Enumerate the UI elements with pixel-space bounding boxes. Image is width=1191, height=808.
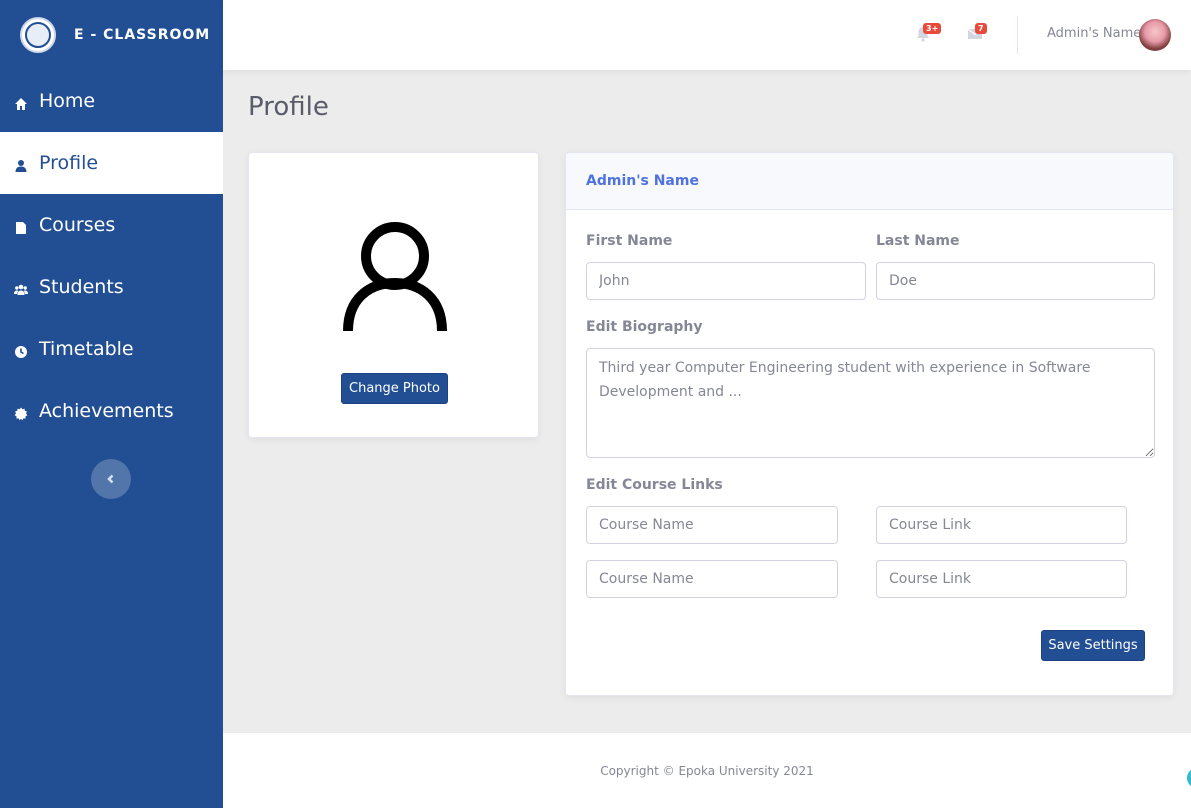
course-link-field[interactable] bbox=[876, 506, 1127, 544]
messages-badge: 7 bbox=[975, 23, 987, 34]
biography-label: Edit Biography bbox=[586, 319, 703, 335]
user-avatar-icon bbox=[343, 222, 447, 332]
user-name[interactable]: Admin's Name bbox=[1047, 26, 1141, 41]
last-name-field[interactable] bbox=[876, 262, 1155, 300]
footer: Copyright © Epoka University 2021 bbox=[223, 733, 1191, 808]
course-links-label: Edit Course Links bbox=[586, 477, 723, 493]
copyright-text: Copyright © Epoka University 2021 bbox=[600, 763, 814, 778]
first-name-field[interactable] bbox=[586, 262, 866, 300]
file-icon bbox=[14, 218, 28, 234]
alerts-button[interactable]: 3+ bbox=[915, 23, 942, 44]
topbar: 3+ 7 Admin's Name bbox=[223, 0, 1191, 70]
brand[interactable]: E - CLASSROOM bbox=[0, 0, 223, 70]
sidebar-item-label: Achievements bbox=[39, 400, 174, 422]
alerts-badge: 3+ bbox=[923, 23, 942, 34]
chevron-left-icon bbox=[107, 474, 114, 484]
last-name-label: Last Name bbox=[876, 233, 960, 249]
first-name-label: First Name bbox=[586, 233, 673, 249]
university-seal-icon bbox=[20, 17, 56, 53]
course-link-field[interactable] bbox=[876, 560, 1127, 598]
sidebar-item-label: Profile bbox=[39, 152, 99, 174]
sidebar-item-achievements[interactable]: Achievements bbox=[0, 380, 223, 442]
avatar[interactable] bbox=[1139, 19, 1171, 51]
badge-icon bbox=[14, 404, 28, 421]
biography-field[interactable] bbox=[586, 348, 1155, 458]
sidebar-item-timetable[interactable]: Timetable bbox=[0, 318, 223, 380]
change-photo-button[interactable]: Change Photo bbox=[341, 373, 448, 404]
page-title: Profile bbox=[248, 92, 329, 122]
user-icon bbox=[14, 156, 28, 172]
brand-name: E - CLASSROOM bbox=[74, 27, 211, 43]
sidebar: E - CLASSROOM Home Profile Courses Stude… bbox=[0, 0, 223, 808]
messages-button[interactable]: 7 bbox=[967, 23, 987, 44]
users-icon bbox=[14, 280, 28, 295]
sidebar-item-courses[interactable]: Courses bbox=[0, 194, 223, 256]
sidebar-item-profile[interactable]: Profile bbox=[0, 132, 223, 194]
sidebar-item-label: Students bbox=[39, 276, 124, 298]
topbar-divider bbox=[1017, 16, 1018, 54]
sidebar-item-label: Courses bbox=[39, 214, 116, 236]
profile-settings-card: Admin's Name First Name Last Name Edit B… bbox=[565, 152, 1174, 696]
sidebar-toggle-button[interactable] bbox=[91, 459, 131, 499]
home-icon bbox=[14, 94, 28, 110]
sidebar-item-label: Timetable bbox=[39, 338, 134, 360]
sidebar-item-label: Home bbox=[39, 90, 96, 112]
course-name-field[interactable] bbox=[586, 560, 838, 598]
save-settings-button[interactable]: Save Settings bbox=[1041, 630, 1145, 661]
clock-icon bbox=[14, 342, 28, 358]
card-header: Admin's Name bbox=[566, 153, 1173, 210]
sidebar-item-students[interactable]: Students bbox=[0, 256, 223, 318]
sidebar-item-home[interactable]: Home bbox=[0, 70, 223, 132]
profile-photo-card: Change Photo bbox=[248, 152, 539, 438]
course-name-field[interactable] bbox=[586, 506, 838, 544]
